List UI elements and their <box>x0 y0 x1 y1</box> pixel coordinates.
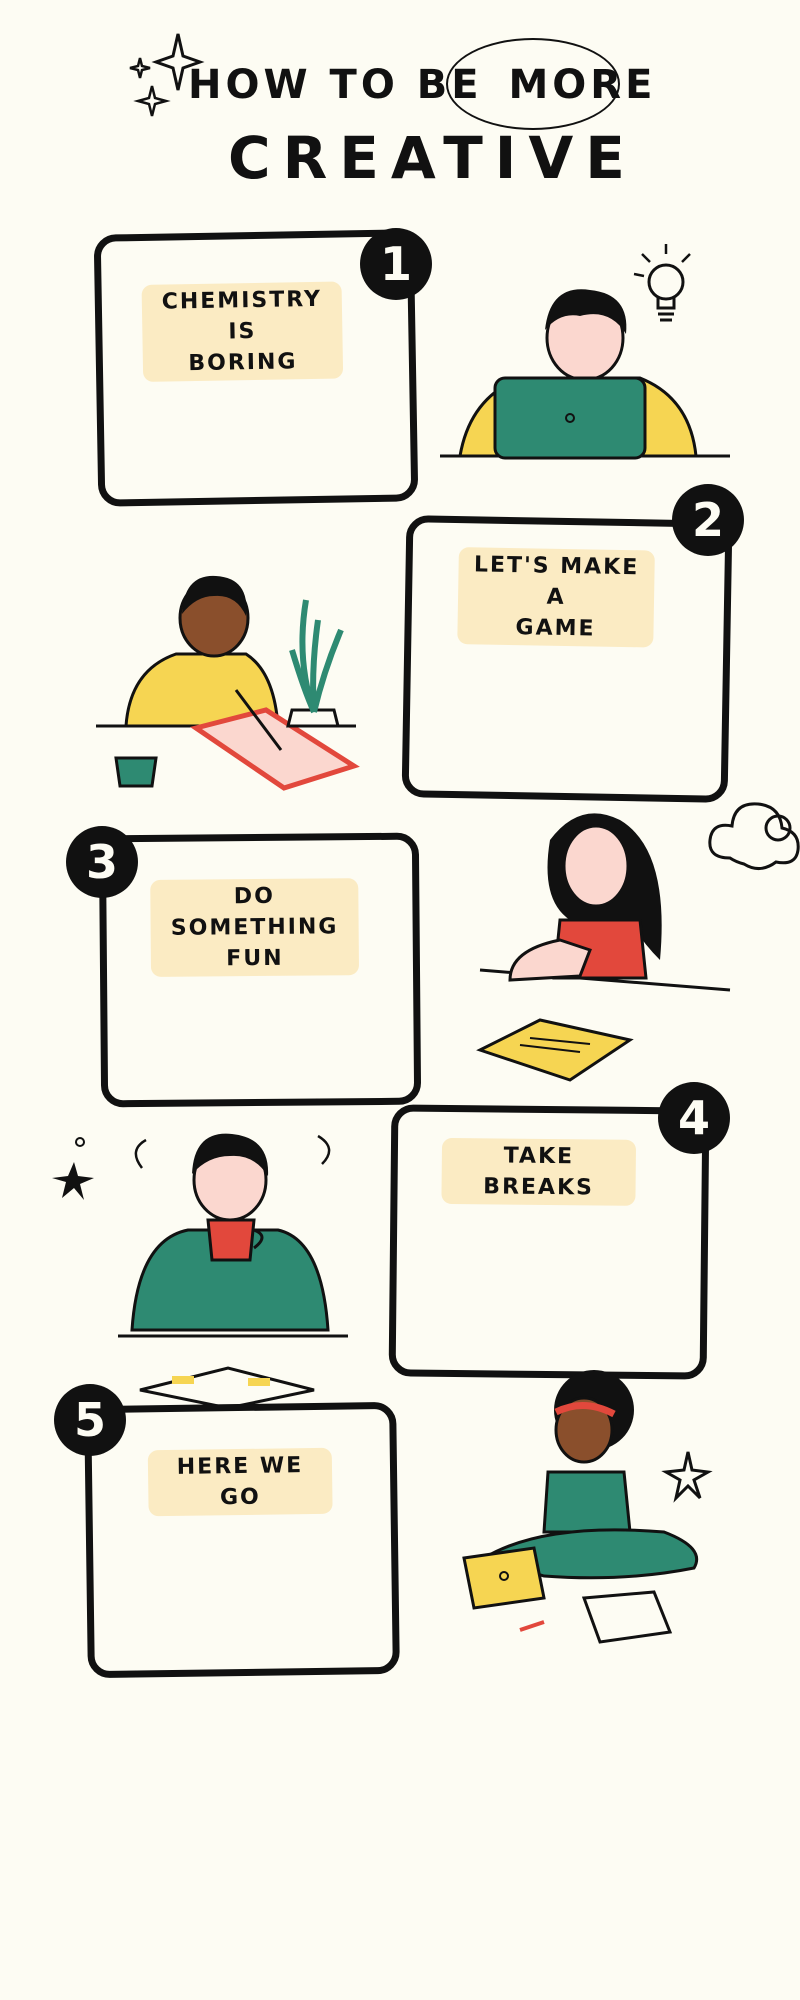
step-1-label-line1: CHEMISTRY IS <box>161 286 323 345</box>
person-with-laptop-illustration <box>440 289 730 460</box>
title-how-to-be: HOW TO BE <box>188 62 483 108</box>
step-2-label-line1: LET'S MAKE A <box>473 552 640 610</box>
step-4-card: TAKE BREAKS <box>388 1104 710 1380</box>
person-writing-illustration <box>96 575 360 791</box>
step-2-card: LET'S MAKE A GAME <box>401 515 733 803</box>
step-4-number: 4 <box>658 1082 730 1154</box>
title-more-circle <box>446 38 620 130</box>
step-5-label-line1: HERE WE GO <box>176 1453 304 1511</box>
step-4-label-line1: TAKE BREAKS <box>483 1143 595 1201</box>
step-3-label: DO SOMETHING FUN <box>150 878 360 977</box>
step-3-label-line2: FUN <box>226 945 284 972</box>
step-5-number: 5 <box>54 1384 126 1456</box>
man-with-coffee-illustration <box>118 1133 348 1410</box>
step-1-label-line2: BORING <box>188 349 298 377</box>
step-5-card: HERE WE GO <box>84 1401 400 1679</box>
title-line2: CREATIVE <box>228 124 637 192</box>
woman-with-laptop-illustration <box>462 1370 713 1644</box>
step-3-number: 3 <box>66 826 138 898</box>
step-5-label: HERE WE GO <box>147 1447 333 1517</box>
step-3-card: DO SOMETHING FUN <box>98 832 422 1108</box>
step-1-label: CHEMISTRY IS BORING <box>141 281 344 382</box>
step-3-label-line1: DO SOMETHING <box>170 883 339 941</box>
step-2-number: 2 <box>672 484 744 556</box>
star-doodle-icon <box>52 1137 94 1200</box>
step-2-label-line2: GAME <box>515 615 596 642</box>
step-2-label: LET'S MAKE A GAME <box>457 547 655 648</box>
step-4-label: TAKE BREAKS <box>441 1137 637 1206</box>
woman-thinking-illustration <box>476 813 731 1082</box>
step-1-number: 1 <box>360 228 432 300</box>
